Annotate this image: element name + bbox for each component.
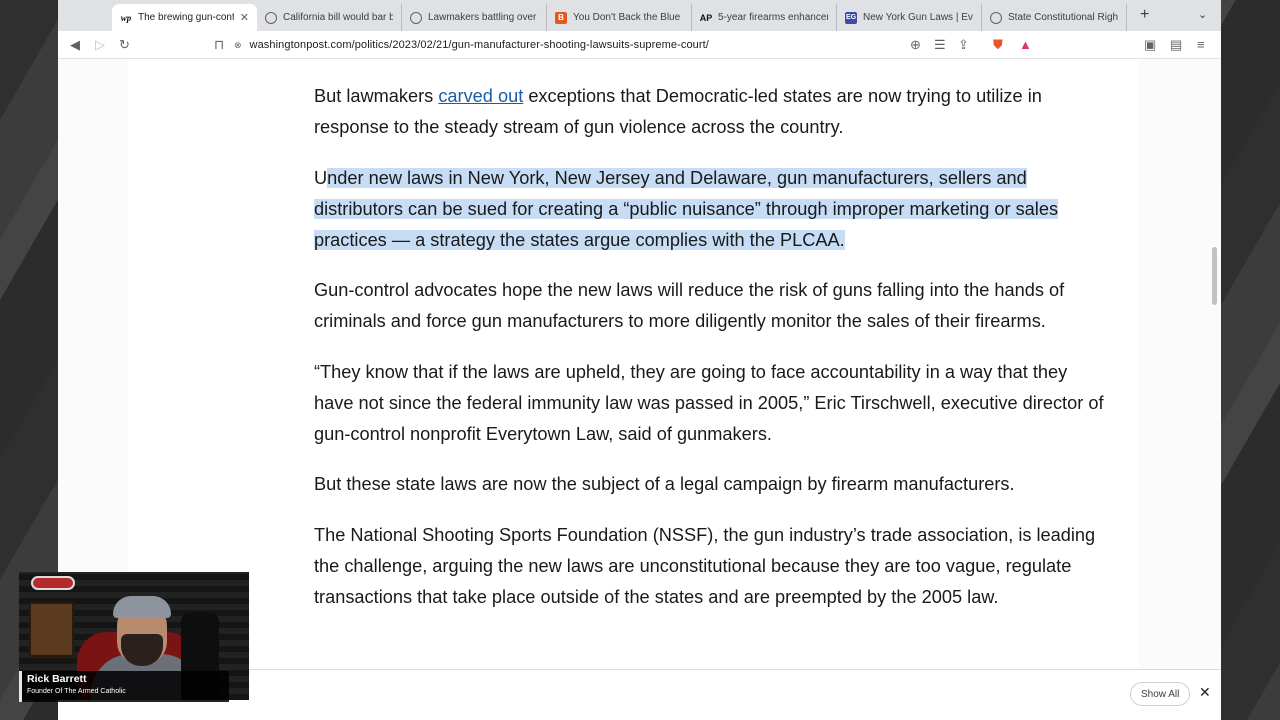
close-icon[interactable]: ✕ — [240, 11, 249, 24]
carved-out-link[interactable]: carved out — [438, 86, 523, 106]
brave-shield-icon[interactable]: ⛊ — [993, 36, 1003, 54]
address-bar[interactable]: ⊗ washingtonpost.com/politics/2023/02/21… — [234, 34, 1044, 56]
tab-title: State Constitutional Right — [1008, 12, 1118, 23]
tab-title: The brewing gun-cont — [138, 12, 234, 23]
tab-strip: wp The brewing gun-cont ✕ California bil… — [58, 0, 1221, 31]
globe-icon — [265, 11, 277, 24]
globe-icon — [410, 11, 422, 24]
article-body: But lawmakers carved out exceptions that… — [314, 81, 1104, 632]
bookmark-icon[interactable]: ⊓ — [214, 36, 224, 54]
tab-title: Lawmakers battling over r — [428, 12, 538, 23]
chevron-down-icon[interactable]: ⌄ — [1198, 8, 1207, 21]
new-tab-icon[interactable]: + — [1140, 6, 1149, 24]
tab-new-york-gun-laws[interactable]: EG New York Gun Laws | Ever — [837, 4, 982, 31]
article-column: But lawmakers carved out exceptions that… — [128, 59, 1139, 669]
rewards-icon[interactable]: ▲ — [1019, 36, 1032, 54]
article-paragraph-selected: Under new laws in New York, New Jersey a… — [314, 167, 1059, 250]
text-selection: nder new laws in New York, New Jersey an… — [314, 167, 1059, 250]
scrollbar-thumb[interactable] — [1212, 247, 1217, 305]
tab-lawmakers-battling[interactable]: Lawmakers battling over r — [402, 4, 547, 31]
presenter-name: Rick Barrett — [27, 673, 87, 685]
forward-icon[interactable]: ▷ — [95, 36, 105, 54]
wallet-icon[interactable]: ▤ — [1170, 36, 1182, 54]
article-paragraph: Gun-control advocates hope the new laws … — [314, 280, 1065, 331]
neon-sign — [31, 576, 75, 590]
lock-icon: ⊗ — [234, 39, 242, 50]
zoom-icon[interactable]: ⊕ — [910, 36, 921, 54]
presenter-lower-third: Rick Barrett Founder Of The Armed Cathol… — [19, 671, 229, 702]
show-all-button[interactable]: Show All — [1130, 682, 1191, 706]
sidebar-icon[interactable]: ▣ — [1144, 36, 1156, 54]
wp-icon: wp — [120, 12, 132, 23]
article-paragraph: “They know that if the laws are upheld, … — [314, 361, 1104, 444]
close-icon[interactable]: ✕ — [1199, 684, 1211, 701]
globe-icon — [990, 11, 1002, 24]
presenter-cap — [113, 596, 171, 618]
nyg-icon: EG — [845, 11, 857, 24]
reader-icon[interactable]: ☰ — [934, 36, 946, 54]
tab-title: New York Gun Laws | Ever — [863, 12, 973, 23]
tab-washingtonpost[interactable]: wp The brewing gun-cont ✕ — [112, 4, 257, 31]
tab-title: California bill would bar ba — [283, 12, 393, 23]
article-paragraph: But these state laws are now the subject… — [314, 474, 1015, 494]
article-paragraph: But lawmakers carved out exceptions that… — [314, 86, 1042, 137]
tab-california-bill[interactable]: California bill would bar ba — [257, 4, 402, 31]
menu-icon[interactable]: ≡ — [1197, 36, 1205, 54]
presenter-role: Founder Of The Armed Catholic — [27, 688, 126, 695]
tab-title: You Don't Back the Blue if — [573, 12, 683, 23]
share-icon[interactable]: ⇪ — [958, 36, 969, 54]
toolbar: ◀ ▷ ↻ ⊓ ⊗ washingtonpost.com/politics/20… — [58, 31, 1221, 59]
tab-back-the-blue[interactable]: B You Don't Back the Blue if — [547, 4, 692, 31]
article-paragraph: The National Shooting Sports Foundation … — [314, 524, 1096, 607]
tab-firearms-enhancement[interactable]: AP 5-year firearms enhancem — [692, 4, 837, 31]
b-icon: B — [555, 11, 567, 24]
reload-icon[interactable]: ↻ — [119, 36, 130, 54]
url-text: washingtonpost.com/politics/2023/02/21/g… — [249, 39, 709, 51]
tab-title: 5-year firearms enhancem — [718, 12, 828, 23]
back-icon[interactable]: ◀ — [70, 36, 80, 54]
tab-state-constitutional[interactable]: State Constitutional Right — [982, 4, 1127, 31]
ap-icon: AP — [699, 12, 713, 23]
shelf-decoration — [29, 602, 74, 657]
